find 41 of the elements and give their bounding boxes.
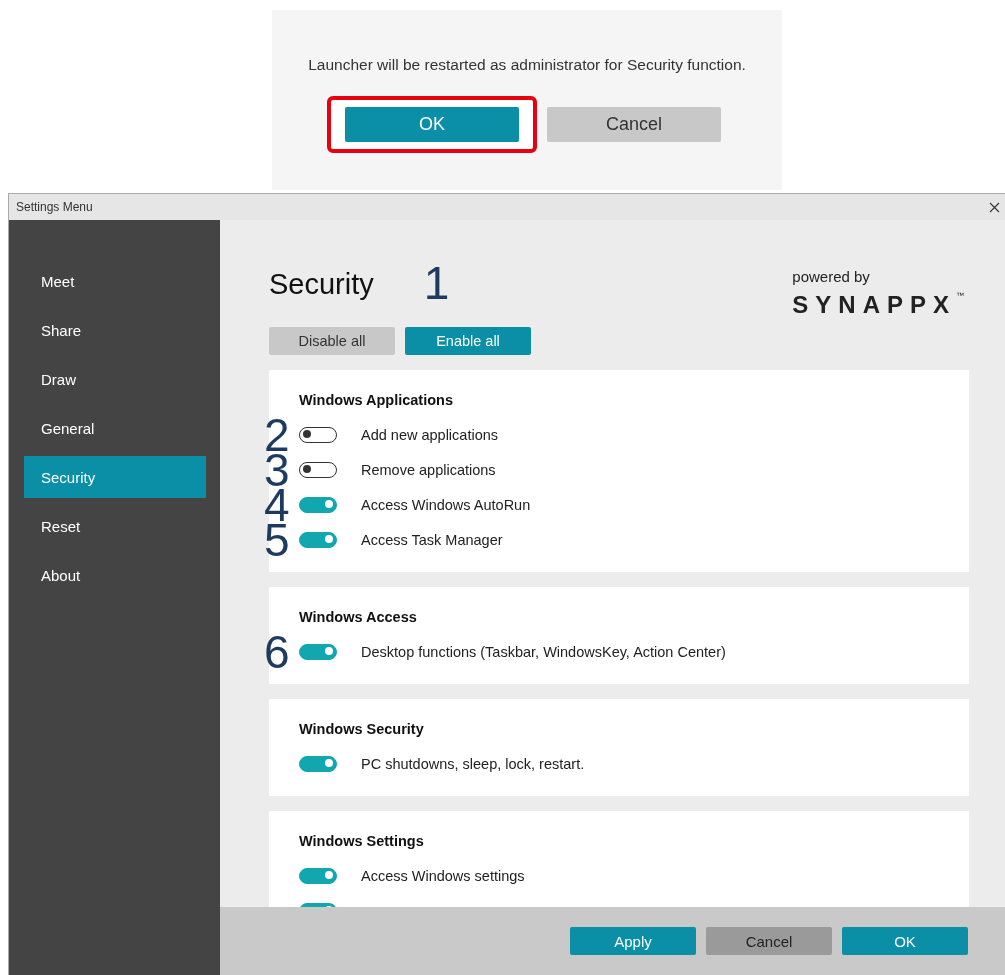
powered-by-text: powered by (792, 268, 870, 285)
page-title: Security (269, 268, 374, 301)
callout-number: 6 (264, 629, 290, 675)
setting-label: Access Task Manager (361, 531, 503, 548)
window-title: Settings Menu (16, 200, 93, 214)
setting-label: Desktop functions (Taskbar, WindowsKey, Action Center) (361, 643, 726, 660)
setting-label: PC shutdowns, sleep, lock, restart. (361, 755, 585, 772)
toggle-switch[interactable] (299, 755, 337, 772)
footer-button[interactable]: Cancel (706, 927, 832, 955)
setting-label: Add new applications (361, 426, 499, 443)
dialog-button[interactable]: OK (345, 107, 519, 142)
section-title: Windows Settings (299, 832, 425, 851)
trademark-sign: ™ (956, 291, 964, 300)
callout-number: 1 (423, 260, 450, 306)
toggle-all-button[interactable]: Enable all (405, 327, 531, 355)
sidebar-item[interactable]: Share (24, 309, 206, 351)
toggle-all-button[interactable]: Disable all (269, 327, 395, 355)
sidebar-item[interactable]: Security (24, 456, 206, 498)
setting-label: Access Windows AutoRun (361, 496, 531, 513)
sidebar-item[interactable]: Meet (24, 260, 206, 302)
toggle-switch[interactable] (299, 531, 337, 548)
section-title: Windows Security (299, 720, 425, 739)
footer-button[interactable]: OK (842, 927, 968, 955)
toggle-switch[interactable] (299, 867, 337, 884)
toggle-switch[interactable] (299, 496, 337, 513)
sidebar-item[interactable]: General (24, 407, 206, 449)
toggle-switch[interactable] (299, 426, 337, 443)
setting-label: Remove applications (361, 461, 496, 478)
toggle-switch[interactable] (299, 461, 337, 478)
setting-label: Access Windows settings (361, 867, 525, 884)
section-title: Windows Applications (299, 391, 454, 410)
close-icon[interactable] (989, 201, 1000, 213)
brand-logo: SYNAPPX (792, 291, 956, 319)
dialog-message: Launcher will be restarted as administrator for Security function. (307, 56, 747, 74)
sidebar-item[interactable]: Reset (24, 505, 206, 547)
footer-button[interactable]: Apply (570, 927, 696, 955)
section-title: Windows Access (299, 608, 418, 627)
toggle-switch[interactable] (299, 643, 337, 660)
sidebar-item[interactable]: About (24, 554, 206, 596)
dialog-button[interactable]: Cancel (547, 107, 721, 142)
sidebar-item[interactable]: Draw (24, 358, 206, 400)
